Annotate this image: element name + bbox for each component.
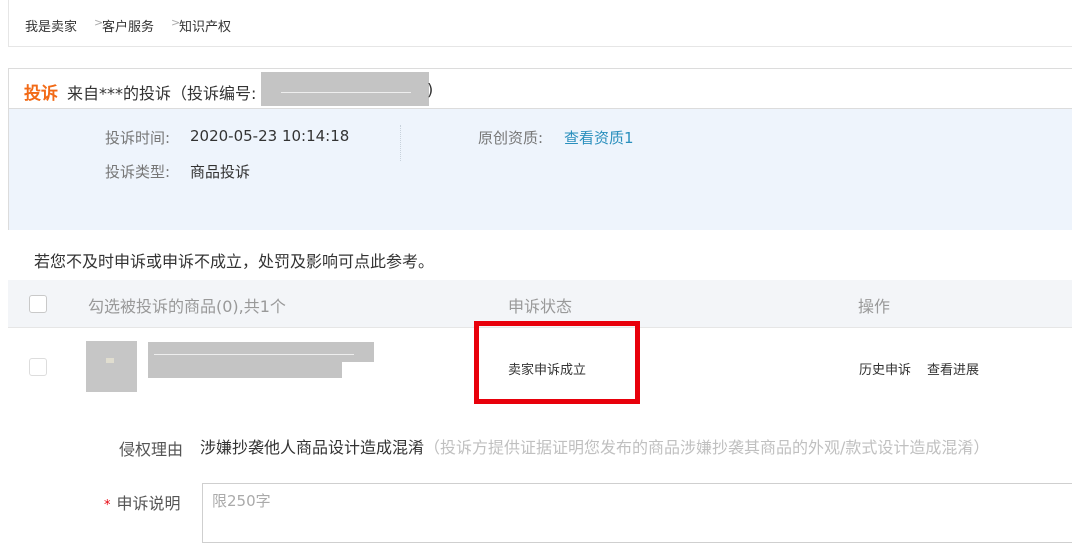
redacted-complaint-id [261, 72, 429, 106]
breadcrumb-item-ip[interactable]: 知识产权 [179, 16, 231, 35]
status-highlight-box [474, 321, 640, 404]
complaint-panel: 投诉 来自***的投诉（投诉编号: ) 投诉时间: 2020-05-23 10:… [8, 68, 1072, 230]
appeal-explanation-label: * 申诉说明 [104, 490, 181, 514]
view-progress-link[interactable]: 查看进展 [927, 359, 979, 378]
infringement-reason-label: 侵权理由 [119, 440, 184, 459]
view-qualification-link[interactable]: 查看资质1 [564, 127, 634, 148]
complaint-source-close: ) [427, 80, 434, 99]
redacted-product-id [148, 362, 342, 378]
redacted-product-title [148, 342, 374, 362]
breadcrumb-item-customer-service[interactable]: 客户服务 [102, 16, 154, 35]
product-thumbnail[interactable] [86, 341, 137, 392]
original-qualification-label: 原创资质: [478, 129, 544, 147]
complaint-details: 投诉时间: 2020-05-23 10:14:18 原创资质: 查看资质1 投诉… [9, 109, 1072, 230]
row-checkbox[interactable] [29, 358, 47, 376]
breadcrumb: 我是卖家 > 客户服务 > 知识产权 [8, 0, 1072, 47]
required-marker: * [104, 498, 111, 513]
appeal-explanation-input[interactable] [202, 483, 1072, 543]
column-header-ops: 操作 [858, 297, 891, 316]
complaint-source: 来自***的投诉（投诉编号: [67, 84, 257, 103]
appeal-explanation-label-text: 申诉说明 [116, 494, 181, 513]
appeal-history-link[interactable]: 历史申诉 [859, 359, 911, 378]
complaint-time-value: 2020-05-23 10:14:18 [190, 127, 350, 145]
infringement-reason: 涉嫌抄袭他人商品设计造成混淆（投诉方提供证据证明您发布的商品涉嫌抄袭其商品的外观… [200, 434, 989, 458]
complaint-header: 投诉 来自***的投诉（投诉编号: ) [9, 69, 1072, 109]
infringement-reason-hint: （投诉方提供证据证明您发布的商品涉嫌抄袭其商品的外观/款式设计造成混淆） [424, 438, 990, 457]
breadcrumb-item-seller[interactable]: 我是卖家 [25, 16, 77, 35]
complaint-type-value: 商品投诉 [190, 163, 251, 181]
complaint-tag: 投诉 [24, 84, 58, 104]
complaint-time-label: 投诉时间: [105, 129, 171, 147]
column-header-status: 申诉状态 [508, 297, 573, 316]
penalty-notice-link[interactable]: 若您不及时申诉或申诉不成立，处罚及影响可点此参考。 [34, 248, 434, 272]
complaint-type-label: 投诉类型: [105, 163, 171, 181]
select-all-checkbox[interactable] [29, 295, 47, 313]
details-divider [400, 125, 401, 161]
column-header-select: 勾选被投诉的商品(0),共1个 [88, 297, 286, 316]
infringement-reason-value: 涉嫌抄袭他人商品设计造成混淆 [200, 438, 425, 457]
